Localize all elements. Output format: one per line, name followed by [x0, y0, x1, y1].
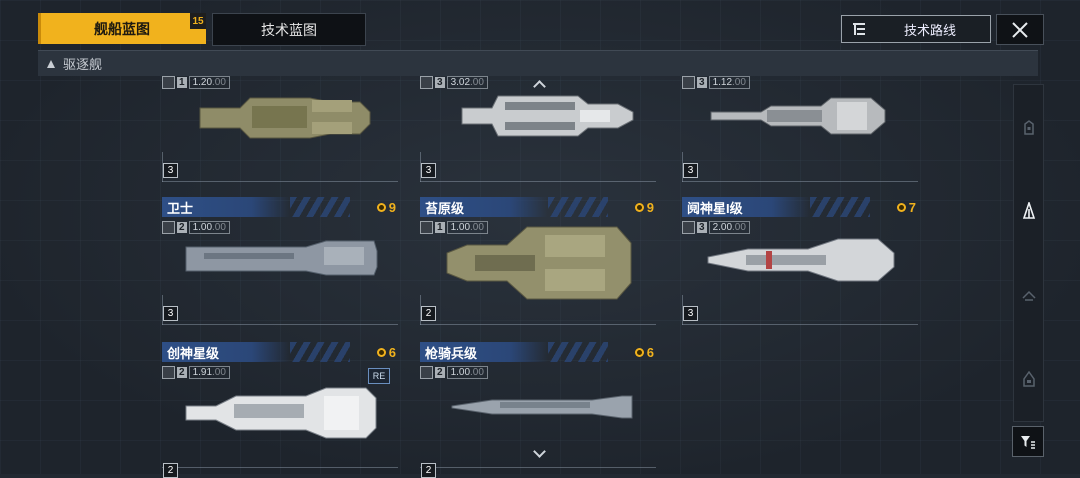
ship-card-eris-i[interactable]: 阋神星I级 7 3 2.00.00 3 — [682, 197, 918, 325]
stat-tier: 1 — [435, 222, 445, 233]
card-frame — [682, 324, 918, 325]
tech-tree-icon — [852, 22, 868, 36]
card-frame — [162, 324, 398, 325]
coin-icon — [896, 203, 906, 212]
card-frame — [420, 181, 656, 182]
stat-tier: 3 — [435, 77, 445, 88]
ship-stats: 2 1.91.00 — [162, 366, 230, 379]
tab-ship-blueprint-label: 舰船蓝图 — [94, 20, 150, 37]
card-frame — [162, 467, 398, 468]
ship-card[interactable]: 3 3.02.00 3 — [420, 72, 656, 182]
ship-name: 创神星级 — [162, 342, 350, 362]
hull-icon — [420, 366, 433, 379]
ship-stats: 2 1.00.00 — [420, 366, 488, 379]
close-icon — [1012, 21, 1028, 38]
card-frame — [420, 324, 656, 325]
ship-image — [185, 387, 377, 439]
ship-name: 阋神星I级 — [682, 197, 870, 217]
stat-value: 1.00.00 — [188, 221, 230, 234]
filter-button[interactable] — [1012, 426, 1044, 457]
category-label: 驱逐舰 — [63, 57, 103, 72]
tech-route-button[interactable]: 技术路线 — [841, 15, 991, 43]
ship-stats: 3 2.00.00 — [682, 221, 750, 234]
ship-stats: 2 1.00.00 — [162, 221, 230, 234]
ship-cost: 9 — [376, 200, 396, 215]
tech-route-label: 技术路线 — [904, 22, 957, 38]
ship-level: 2 — [421, 306, 436, 321]
ship-image — [199, 97, 371, 139]
tab-badge-count: 15 — [190, 13, 206, 29]
card-frame — [162, 181, 398, 182]
stat-tier: 1 — [177, 77, 187, 88]
ship-level: 3 — [683, 163, 698, 178]
ship-cost: 9 — [634, 200, 654, 215]
filter-icon — [1021, 435, 1035, 449]
ship-card[interactable]: 1 1.20.00 3 — [162, 72, 398, 182]
rail-class-1[interactable] — [1014, 117, 1043, 137]
stat-tier: 2 — [435, 367, 445, 378]
hull-icon — [162, 76, 175, 89]
carrier-class-icon — [1023, 120, 1034, 135]
card-frame — [420, 467, 656, 468]
coin-icon — [376, 348, 386, 357]
hull-icon — [420, 221, 433, 234]
tab-tech-blueprint-label: 技术蓝图 — [261, 21, 317, 38]
shield-icon — [682, 221, 695, 234]
tab-ship-blueprint[interactable]: 舰船蓝图 15 — [38, 13, 206, 44]
ship-cost: 7 — [896, 200, 916, 215]
ship-card-guardian[interactable]: 卫士 9 2 1.00.00 3 — [162, 197, 398, 325]
stat-value: 1.91.00 — [188, 366, 230, 379]
ship-card-lancer[interactable]: 枪骑兵级 6 2 1.00.00 2 — [420, 342, 656, 478]
destroyer-class-icon — [1022, 202, 1035, 219]
stat-tier: 2 — [177, 222, 187, 233]
ship-image — [185, 240, 378, 276]
ship-level: 3 — [163, 306, 178, 321]
ship-level: 3 — [683, 306, 698, 321]
ship-name: 卫士 — [162, 197, 350, 217]
stat-tier: 3 — [697, 222, 707, 233]
ship-image — [461, 95, 634, 137]
ship-level: 3 — [163, 163, 178, 178]
shield-icon — [162, 366, 175, 379]
re-badge: RE — [368, 368, 390, 384]
frigate-class-icon — [1021, 290, 1036, 301]
stat-tier: 3 — [697, 77, 707, 88]
close-button[interactable] — [996, 14, 1044, 45]
card-frame — [682, 181, 918, 182]
shield-icon — [420, 76, 433, 89]
hull-icon — [682, 76, 695, 89]
ship-image — [707, 238, 895, 282]
ship-name: 苔原级 — [420, 197, 608, 217]
destroyer-class-icon — [47, 59, 55, 68]
coin-icon — [376, 203, 386, 212]
ship-card-tundra[interactable]: 苔原级 9 1 1.00.00 2 — [420, 197, 656, 325]
rail-class-destroyer[interactable] — [1014, 201, 1043, 221]
ship-level: 3 — [421, 163, 436, 178]
ship-name: 枪骑兵级 — [420, 342, 608, 362]
tab-tech-blueprint[interactable]: 技术蓝图 — [212, 13, 366, 46]
ship-level: 2 — [163, 463, 178, 478]
hull-icon — [162, 221, 175, 234]
ship-cost: 6 — [376, 345, 396, 360]
ship-class-rail — [1013, 84, 1044, 422]
stat-tier: 2 — [177, 367, 187, 378]
coin-icon — [634, 203, 644, 212]
ship-card-makemake[interactable]: 创神星级 6 2 1.91.00 RE 2 — [162, 342, 398, 478]
stat-value: 2.00.00 — [708, 221, 750, 234]
corvette-class-icon — [1022, 371, 1035, 387]
ship-level: 2 — [421, 463, 436, 478]
stat-value: 1.00.00 — [446, 366, 488, 379]
rail-class-corvette[interactable] — [1014, 369, 1043, 389]
ship-cost: 6 — [634, 345, 654, 360]
ship-image — [446, 226, 632, 300]
rail-class-frigate[interactable] — [1014, 285, 1043, 305]
coin-icon — [634, 348, 644, 357]
ship-image — [710, 97, 886, 135]
ship-card[interactable]: 3 1.12.00 3 — [682, 72, 918, 182]
ship-image — [451, 395, 633, 419]
